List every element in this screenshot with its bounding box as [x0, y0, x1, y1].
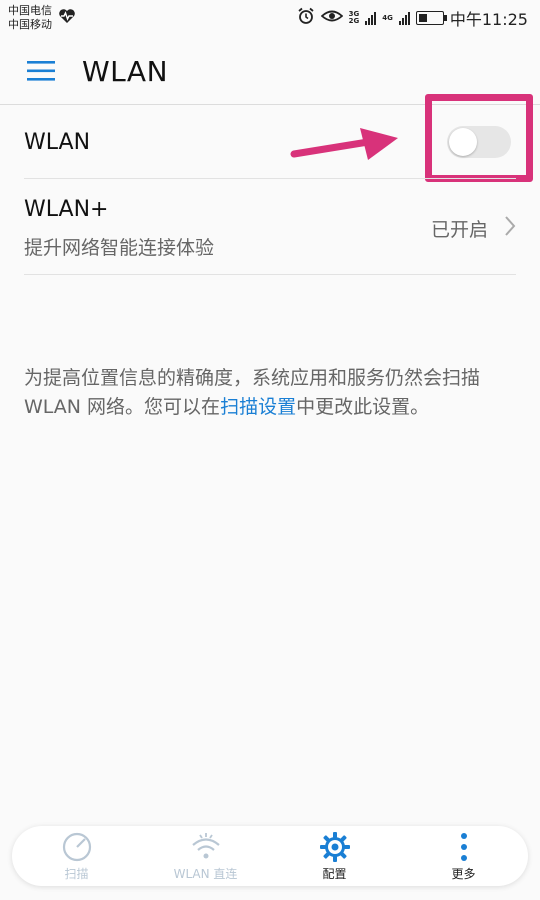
signal-bars-2-icon — [398, 11, 410, 25]
page-title: WLAN — [82, 54, 169, 88]
menu-button[interactable] — [0, 36, 82, 106]
info-text-after: 中更改此设置。 — [296, 396, 430, 418]
nav-label-more: 更多 — [451, 866, 476, 881]
wlan-switch[interactable] — [447, 126, 511, 158]
battery-icon — [415, 11, 447, 25]
clock-time: 中午11:25 — [449, 10, 528, 29]
gear-icon — [319, 831, 351, 863]
bottom-nav: 扫描 WLAN 直连 配置 更多 — [12, 826, 528, 886]
more-vertical-icon — [459, 831, 469, 863]
nav-label-config: 配置 — [322, 866, 347, 881]
row-divider — [24, 274, 516, 275]
health-heart-icon — [58, 8, 76, 28]
eye-comfort-icon — [320, 8, 343, 28]
scan-icon — [61, 831, 93, 863]
carrier-2-label: 中国移动 — [8, 18, 52, 31]
nav-label-scan: 扫描 — [64, 866, 89, 881]
wlan-plus-title: WLAN+ — [24, 197, 109, 222]
hamburger-menu-icon — [27, 61, 55, 81]
nav-label-wifi-direct: WLAN 直连 — [173, 866, 238, 881]
chevron-right-icon — [504, 215, 516, 241]
carrier-info: 中国电信 中国移动 — [8, 4, 76, 32]
signal-bars-1-icon — [365, 11, 377, 25]
scan-info-text: 为提高位置信息的精确度，系统应用和服务仍然会扫描 WLAN 网络。您可以在扫描设… — [24, 364, 516, 422]
wlan-plus-status: 已开启 — [430, 219, 488, 241]
network-type-2: 4G — [382, 13, 393, 22]
nav-item-config[interactable]: 配置 — [270, 826, 399, 886]
nav-item-wifi-direct[interactable]: WLAN 直连 — [141, 826, 270, 886]
nav-item-scan[interactable]: 扫描 — [12, 826, 141, 886]
nav-item-more[interactable]: 更多 — [399, 826, 528, 886]
scan-settings-link[interactable]: 扫描设置 — [220, 396, 296, 418]
wlan-row-label: WLAN — [24, 130, 91, 155]
annotation-arrow — [290, 128, 398, 160]
status-bar: 中国电信 中国移动 3G 2G 4G 中午11:25 — [0, 0, 540, 36]
alarm-icon — [297, 7, 315, 29]
status-icons: 3G 2G 4G 中午11:25 — [297, 6, 528, 30]
carrier-1-label: 中国电信 — [8, 4, 52, 17]
wifi-direct-icon — [189, 831, 223, 863]
network-type-1: 3G 2G — [348, 10, 360, 25]
wlan-plus-subtitle: 提升网络智能连接体验 — [24, 237, 215, 259]
wlan-plus-row[interactable]: WLAN+ 提升网络智能连接体验 已开启 — [0, 179, 540, 274]
switch-knob — [449, 128, 477, 156]
